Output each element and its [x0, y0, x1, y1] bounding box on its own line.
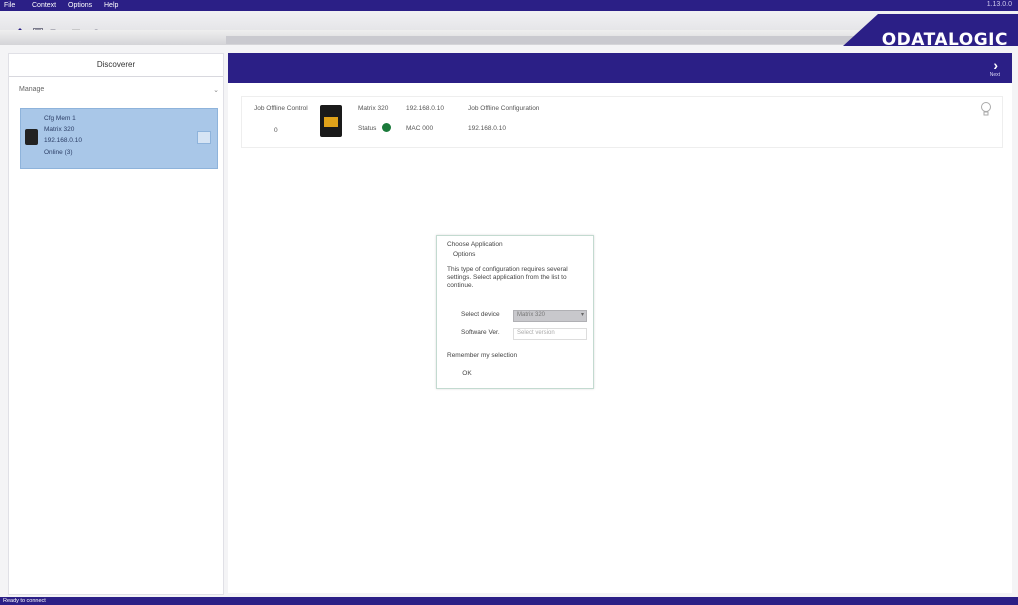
chevron-down-icon: ⌄: [213, 87, 219, 94]
menu-item-file[interactable]: File: [4, 1, 15, 10]
device-info-strip: Job Offline Control 0 Matrix 320 Status …: [241, 96, 1003, 148]
dialog-subtitle: Options: [453, 251, 476, 258]
job-control-value: 0: [274, 127, 278, 134]
device-image: [25, 129, 38, 145]
menu-item-help[interactable]: Help: [104, 1, 118, 10]
scanner-image: [320, 105, 342, 137]
device-card[interactable]: Cfg Mem 1 Matrix 320 192.168.0.10 Online…: [20, 108, 218, 169]
select-device-label: Select device: [461, 311, 500, 318]
datalogic-logo: ODATALOGIC: [881, 30, 1008, 50]
software-version-input[interactable]: Select version: [513, 328, 587, 340]
header-bar: › Next: [228, 53, 1012, 83]
toolbar-strip: [226, 36, 856, 44]
software-version-label: Software Ver.: [461, 329, 500, 336]
menu-bar: File Context Options Help 1.13.0.0: [0, 0, 1018, 11]
status-bar: Ready to connect: [0, 597, 1018, 605]
left-panel: Discoverer Manage ⌄ Cfg Mem 1 Matrix 320…: [8, 53, 224, 595]
dialog-description: This type of configuration requires seve…: [447, 266, 568, 289]
status-bar-text: Ready to connect: [3, 598, 46, 604]
device-model: Matrix 320: [44, 126, 75, 133]
filter-dropdown[interactable]: Manage ⌄: [19, 86, 219, 98]
version-text: 1.13.0.0: [986, 1, 1012, 8]
menu-item-context[interactable]: Context: [32, 1, 56, 10]
device-name: Cfg Mem 1: [44, 115, 76, 122]
device-tag-icon[interactable]: [197, 131, 211, 144]
main-content: Job Offline Control 0 Matrix 320 Status …: [228, 83, 1012, 593]
status-indicator: [382, 123, 391, 132]
chevron-down-icon: ▾: [580, 312, 584, 318]
menu-item-options[interactable]: Options: [68, 1, 92, 10]
dialog-title: Choose Application: [447, 241, 503, 248]
job-config-value: 192.168.0.10: [468, 125, 506, 132]
software-version-placeholder: Select version: [517, 330, 555, 336]
ip-label: 192.168.0.10: [406, 105, 444, 112]
next-arrow-icon[interactable]: ›: [993, 57, 998, 73]
job-control-label: Job Offline Control: [254, 105, 308, 112]
mac-label: MAC 000: [406, 125, 434, 132]
tab-discoverer[interactable]: Discoverer: [9, 54, 223, 77]
lightbulb-icon[interactable]: [980, 101, 992, 117]
status-label: Status: [358, 125, 377, 132]
filter-label: Manage: [19, 86, 45, 93]
device-status: Online (3): [44, 149, 73, 156]
ok-button[interactable]: OK: [447, 368, 487, 380]
remember-checkbox-label[interactable]: Remember my selection: [447, 352, 517, 359]
model-label: Matrix 320: [358, 105, 389, 112]
device-ip: 192.168.0.10: [44, 137, 82, 144]
choose-application-dialog: Choose Application Options This type of …: [436, 235, 594, 389]
job-config-label: Job Offline Configuration: [468, 105, 540, 112]
select-device-dropdown[interactable]: Matrix 320 ▾: [513, 310, 587, 322]
select-device-value: Matrix 320: [517, 312, 546, 318]
next-label: Next: [989, 72, 1000, 78]
